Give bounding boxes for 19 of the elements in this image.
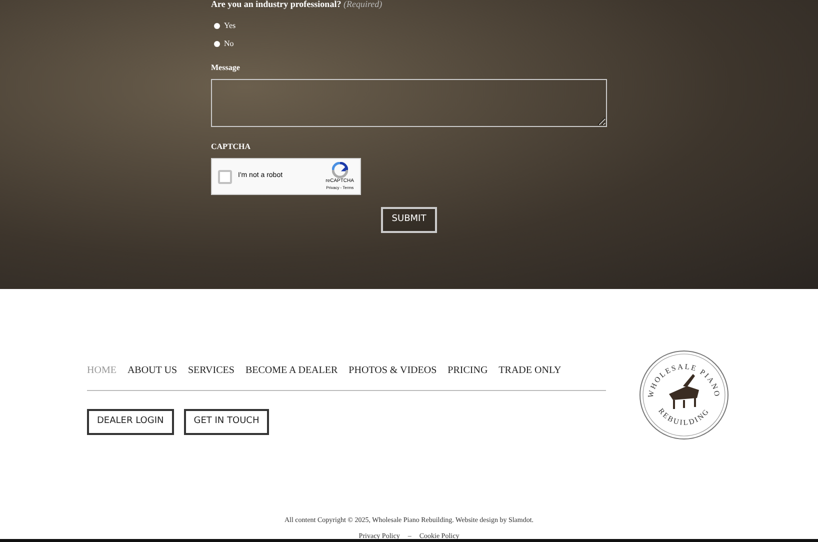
field-label: Message	[211, 62, 241, 74]
nav-link[interactable]: ABOUT US	[127, 363, 177, 378]
message-field[interactable]	[211, 79, 607, 127]
submit-button[interactable]: SUBMIT	[380, 207, 438, 232]
nav-link[interactable]: BECOME A DEALER	[245, 363, 338, 378]
radio-button[interactable]	[214, 41, 220, 47]
field-label: CAPTCHA	[211, 141, 252, 153]
recaptcha-icon	[332, 162, 348, 178]
option-label: Yes	[224, 20, 236, 32]
footer-button[interactable]: GET IN TOUCH	[184, 409, 270, 434]
nav-link[interactable]: PHOTOS & VIDEOS	[348, 363, 437, 378]
question-label: Are you an industry professional? (Required)	[211, 0, 384, 9]
captcha-checkbox[interactable]	[218, 170, 232, 184]
footer-button[interactable]: DEALER LOGIN	[87, 409, 174, 434]
nav-link[interactable]: SERVICES	[188, 363, 234, 378]
radio-button[interactable]	[214, 23, 220, 29]
nav-link[interactable]: TRADE ONLY	[498, 363, 562, 378]
option-label: No	[224, 38, 234, 50]
nav-link[interactable]: PRICING	[448, 363, 488, 378]
